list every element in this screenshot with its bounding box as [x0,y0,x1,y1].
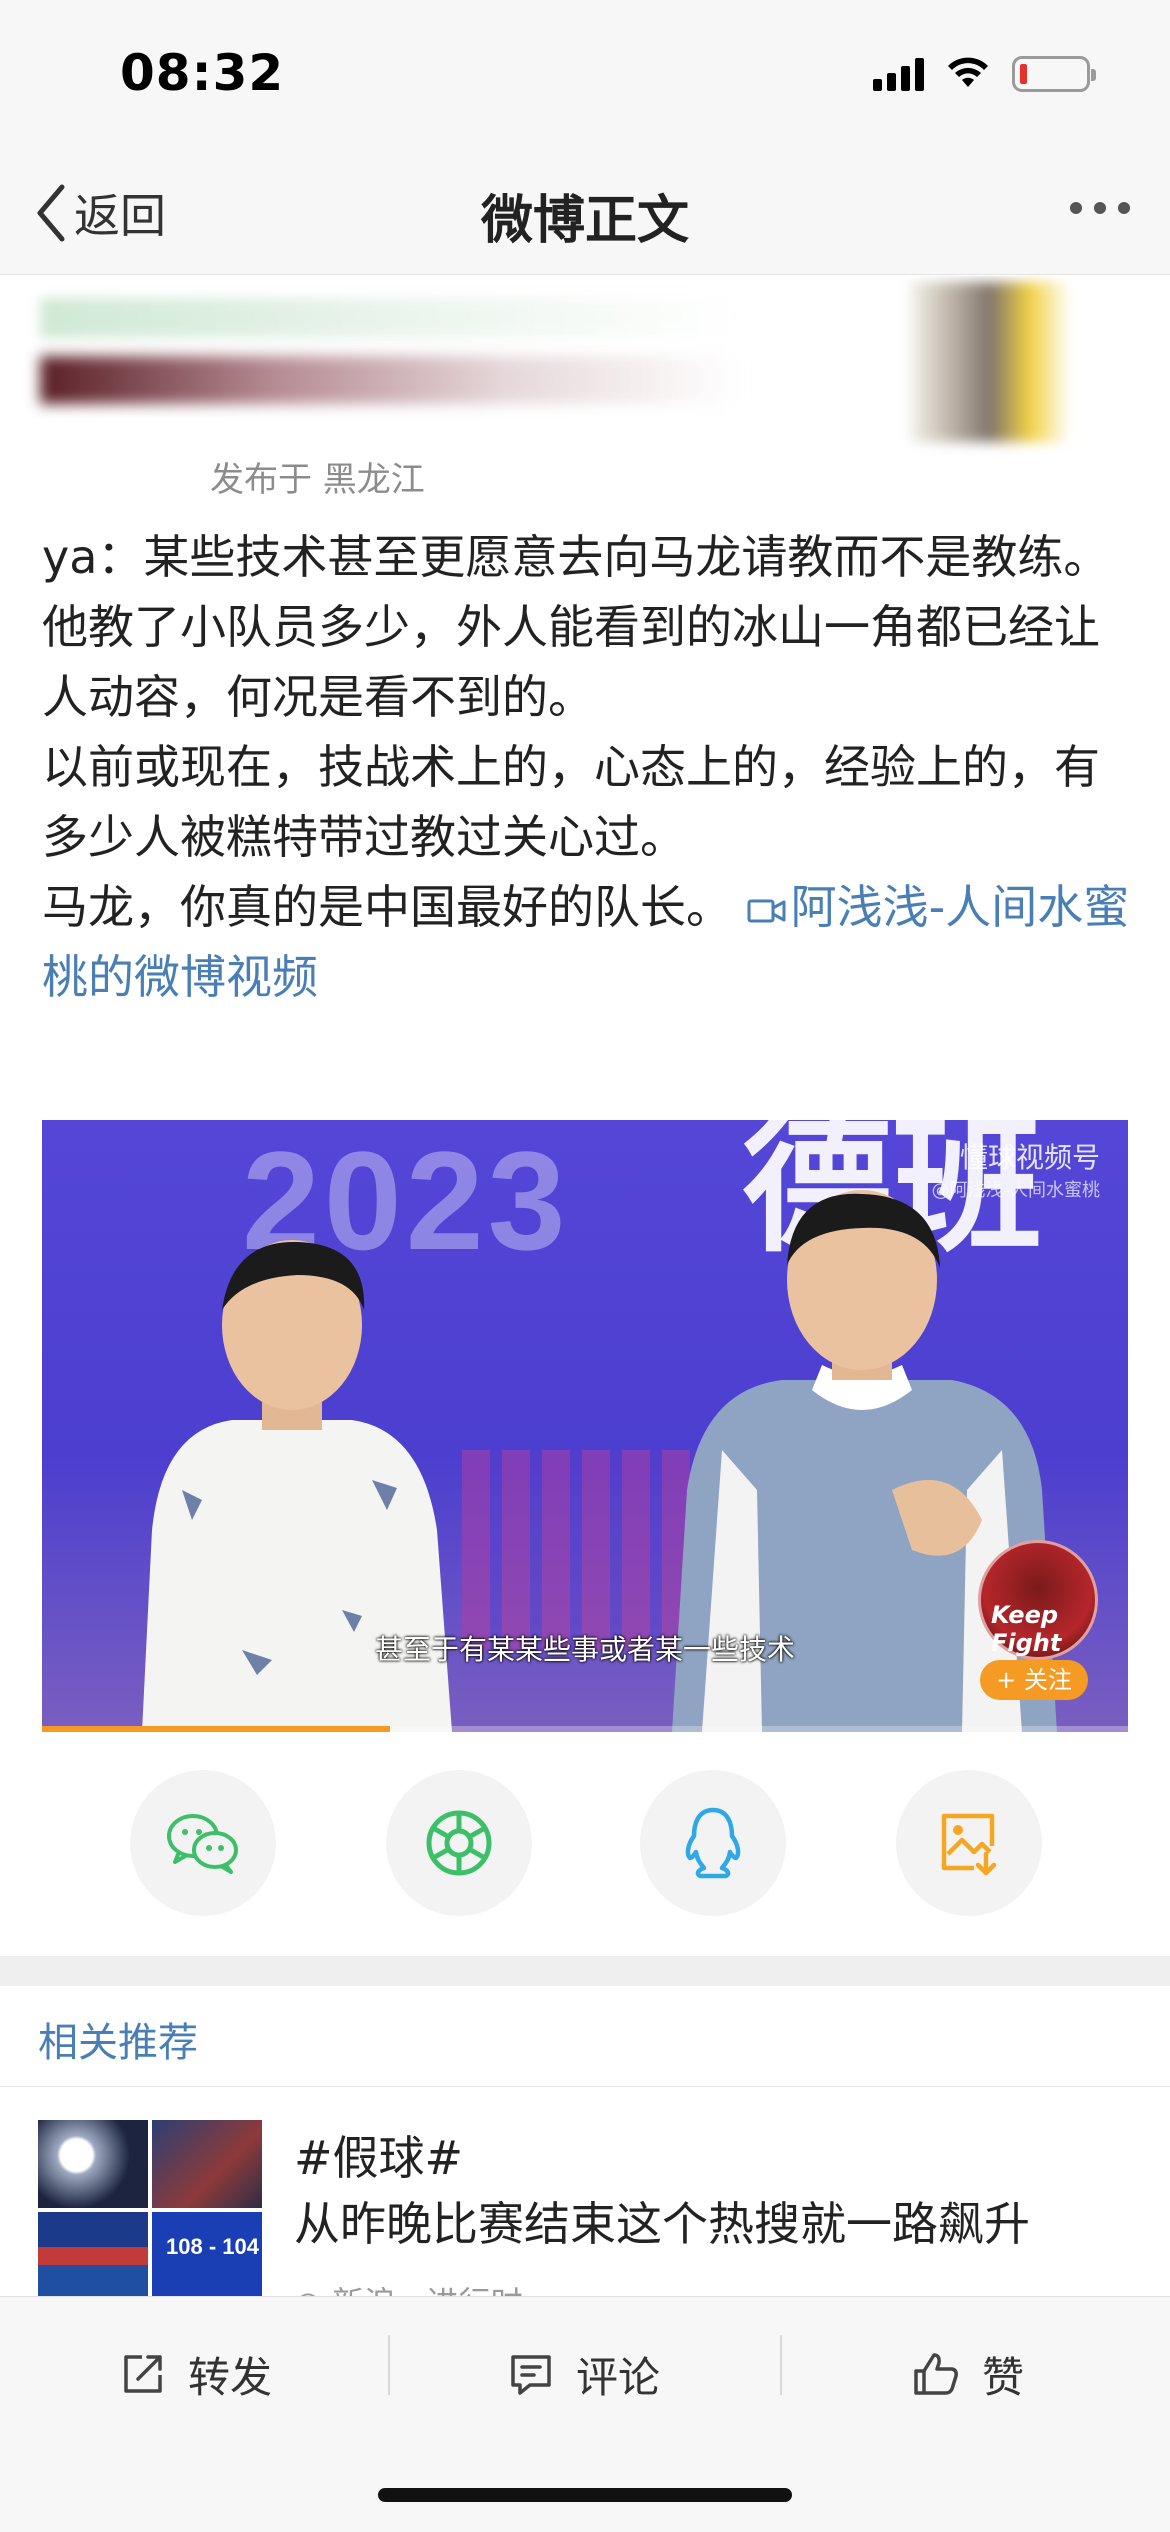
more-options-button[interactable] [1070,202,1130,214]
status-bar: 08:32 [0,0,1170,150]
divider [388,2335,390,2395]
like-label: 赞 [982,2352,1025,2402]
video-subtitle: 甚至于有某某些事或者某一些技术 [374,1633,795,1666]
follow-button[interactable]: + 关注 [980,1660,1088,1700]
thumbs-up-icon [914,2353,958,2395]
video-progress-fill [42,1726,390,1732]
video-creator-avatar[interactable]: Keep Fight [978,1540,1098,1660]
save-image-icon [941,1813,997,1876]
author-name-blurred [40,298,740,338]
video-watermark: 懂球视频号 @阿浅浅-人间水蜜桃 [931,1141,1101,1201]
wifi-icon [948,57,988,87]
share-row [0,1770,1170,1920]
repost-button[interactable]: 转发 [120,2339,272,2409]
thumbnail-score: 108 - 104 [166,2234,259,2259]
video-player[interactable]: 2023 德班 懂球视频号 @阿浅浅-人间水蜜桃 甚至于有某某些事或者某一些技术… [42,1120,1128,1732]
moments-icon [426,1810,492,1876]
post-paragraph-last: 马龙，你真的是中国最好的队长。 阿浅浅-人间水蜜桃的微博视频 [42,872,1132,1012]
save-image-button[interactable] [896,1770,1042,1916]
video-progress-bar[interactable] [42,1726,1128,1732]
post-text: ya：某些技术甚至更愿意去向马龙请教而不是教练。 他教了小队员多少，外人能看到的… [42,522,1132,1012]
home-indicator [378,2488,792,2502]
share-qq-button[interactable] [640,1770,786,1916]
page-title: 微博正文 [480,191,689,251]
qq-icon [685,1807,741,1879]
comment-icon [511,2355,551,2395]
video-camera-icon [747,899,786,922]
status-icons [873,56,1096,92]
battery-icon [1012,56,1096,92]
avatar-text: Keep Fight [991,1601,1062,1657]
nav-bar: 返回 微博正文 [0,150,1170,275]
related-description: 从昨晚比赛结束这个热搜就一路飙升 [294,2197,1030,2251]
share-moments-button[interactable] [386,1770,532,1916]
related-thumbnail: 108 - 104 [38,2120,262,2300]
divider [780,2335,782,2395]
status-time: 08:32 [120,44,285,102]
post-paragraph: ya：某些技术甚至更愿意去向马龙请教而不是教练。 [42,530,1110,584]
related-item[interactable]: 108 - 104 #假球# 从昨晚比赛结束这个热搜就一路飙升 ◎ 新浪 · 进… [0,2110,1170,2322]
comment-button[interactable]: 评论 [508,2339,660,2409]
cellular-signal-icon [873,57,924,91]
like-button[interactable]: 赞 [912,2339,1024,2409]
related-title: #假球# [294,2131,464,2185]
divider [0,2086,1170,2087]
comment-label: 评论 [576,2352,661,2402]
author-header[interactable]: 发布于 黑龙江 [0,276,1170,506]
post-paragraph: 他教了小队员多少，外人能看到的冰山一角都已经让人动容，何况是看不到的。 [42,600,1100,724]
repost-icon [124,2355,162,2393]
post-paragraph: 以前或现在，技战术上的，心态上的，经验上的，有多少人被糕特带过教过关心过。 [42,740,1100,864]
post-location: 发布于 黑龙江 [210,460,425,500]
wechat-icon [167,1814,238,1874]
repost-label: 转发 [188,2352,273,2402]
related-header: 相关推荐 [38,2020,198,2066]
section-separator [0,1956,1170,1986]
post-paragraph: 马龙，你真的是中国最好的队长。 [42,880,732,934]
author-avatar-blurred [910,282,1070,442]
share-wechat-button[interactable] [130,1770,276,1916]
author-info-blurred [40,356,740,404]
